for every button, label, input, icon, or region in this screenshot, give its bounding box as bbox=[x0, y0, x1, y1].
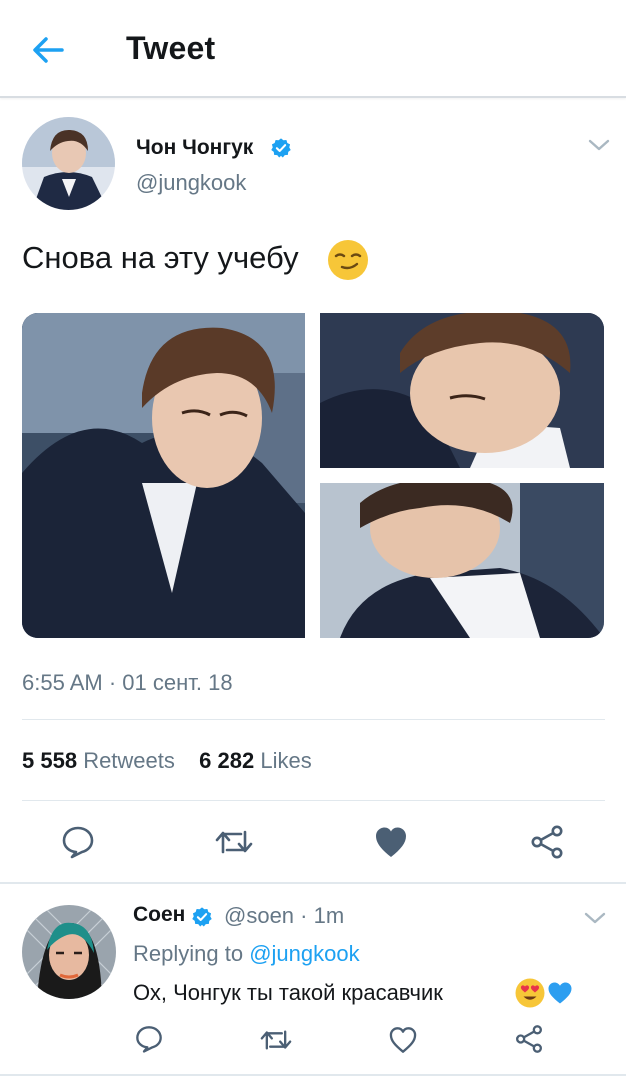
reply-author-name[interactable]: Соен bbox=[133, 903, 185, 927]
verified-badge-icon bbox=[271, 138, 291, 158]
chevron-down-icon[interactable] bbox=[587, 137, 611, 153]
like-filled-icon[interactable] bbox=[373, 824, 409, 860]
tweet-timestamp[interactable]: 6:55 AM · 01 сент. 18 bbox=[22, 670, 233, 696]
smirking-face-emoji bbox=[328, 240, 368, 280]
retweets-label: Retweets bbox=[83, 748, 175, 773]
share-icon[interactable] bbox=[529, 824, 565, 860]
reply-author-handle-time[interactable]: @soen · 1m bbox=[224, 903, 344, 929]
author-avatar[interactable] bbox=[22, 117, 115, 210]
section-divider bbox=[0, 882, 626, 884]
retweets-stat[interactable]: 5 558 Retweets bbox=[22, 748, 181, 773]
author-handle[interactable]: @jungkook bbox=[136, 170, 246, 196]
reply-icon[interactable] bbox=[134, 1024, 164, 1054]
back-arrow-icon bbox=[33, 37, 64, 63]
tweet-stats: 5 558 Retweets 6 282 Likes bbox=[22, 748, 312, 774]
top-app-bar: Tweet bbox=[0, 0, 626, 98]
reply-text: Ох, Чонгук ты такой красавчик bbox=[133, 980, 443, 1005]
share-icon[interactable] bbox=[514, 1024, 544, 1054]
tweet-photo-2[interactable] bbox=[320, 313, 604, 468]
bottom-divider bbox=[0, 1074, 626, 1076]
divider bbox=[22, 800, 605, 801]
replying-to: Replying to @jungkook bbox=[133, 941, 360, 967]
tweet-photo-1[interactable] bbox=[22, 313, 305, 638]
page-title: Tweet bbox=[126, 30, 216, 66]
reply-author-avatar[interactable] bbox=[22, 905, 116, 999]
smiling-face-with-heart-eyes-emoji bbox=[515, 978, 545, 1008]
retweet-icon[interactable] bbox=[259, 1025, 293, 1055]
replying-to-handle-link[interactable]: @jungkook bbox=[249, 941, 359, 966]
likes-label: Likes bbox=[260, 748, 312, 773]
likes-count: 6 282 bbox=[199, 748, 255, 773]
back-button[interactable] bbox=[28, 30, 68, 70]
verified-badge-icon bbox=[192, 907, 212, 927]
author-name[interactable]: Чон Чонгук bbox=[136, 136, 253, 160]
retweet-icon[interactable] bbox=[214, 824, 254, 860]
tweet-photo-3[interactable] bbox=[320, 483, 604, 638]
retweets-count: 5 558 bbox=[22, 748, 78, 773]
tweet-text: Снова на эту учебу bbox=[22, 240, 299, 275]
chevron-down-icon[interactable] bbox=[583, 910, 607, 926]
replying-to-prefix: Replying to bbox=[133, 941, 244, 966]
like-icon[interactable] bbox=[388, 1025, 418, 1055]
blue-heart-emoji bbox=[548, 982, 572, 1004]
likes-stat[interactable]: 6 282 Likes bbox=[199, 748, 312, 773]
reply-icon[interactable] bbox=[60, 824, 96, 860]
divider bbox=[22, 719, 605, 720]
